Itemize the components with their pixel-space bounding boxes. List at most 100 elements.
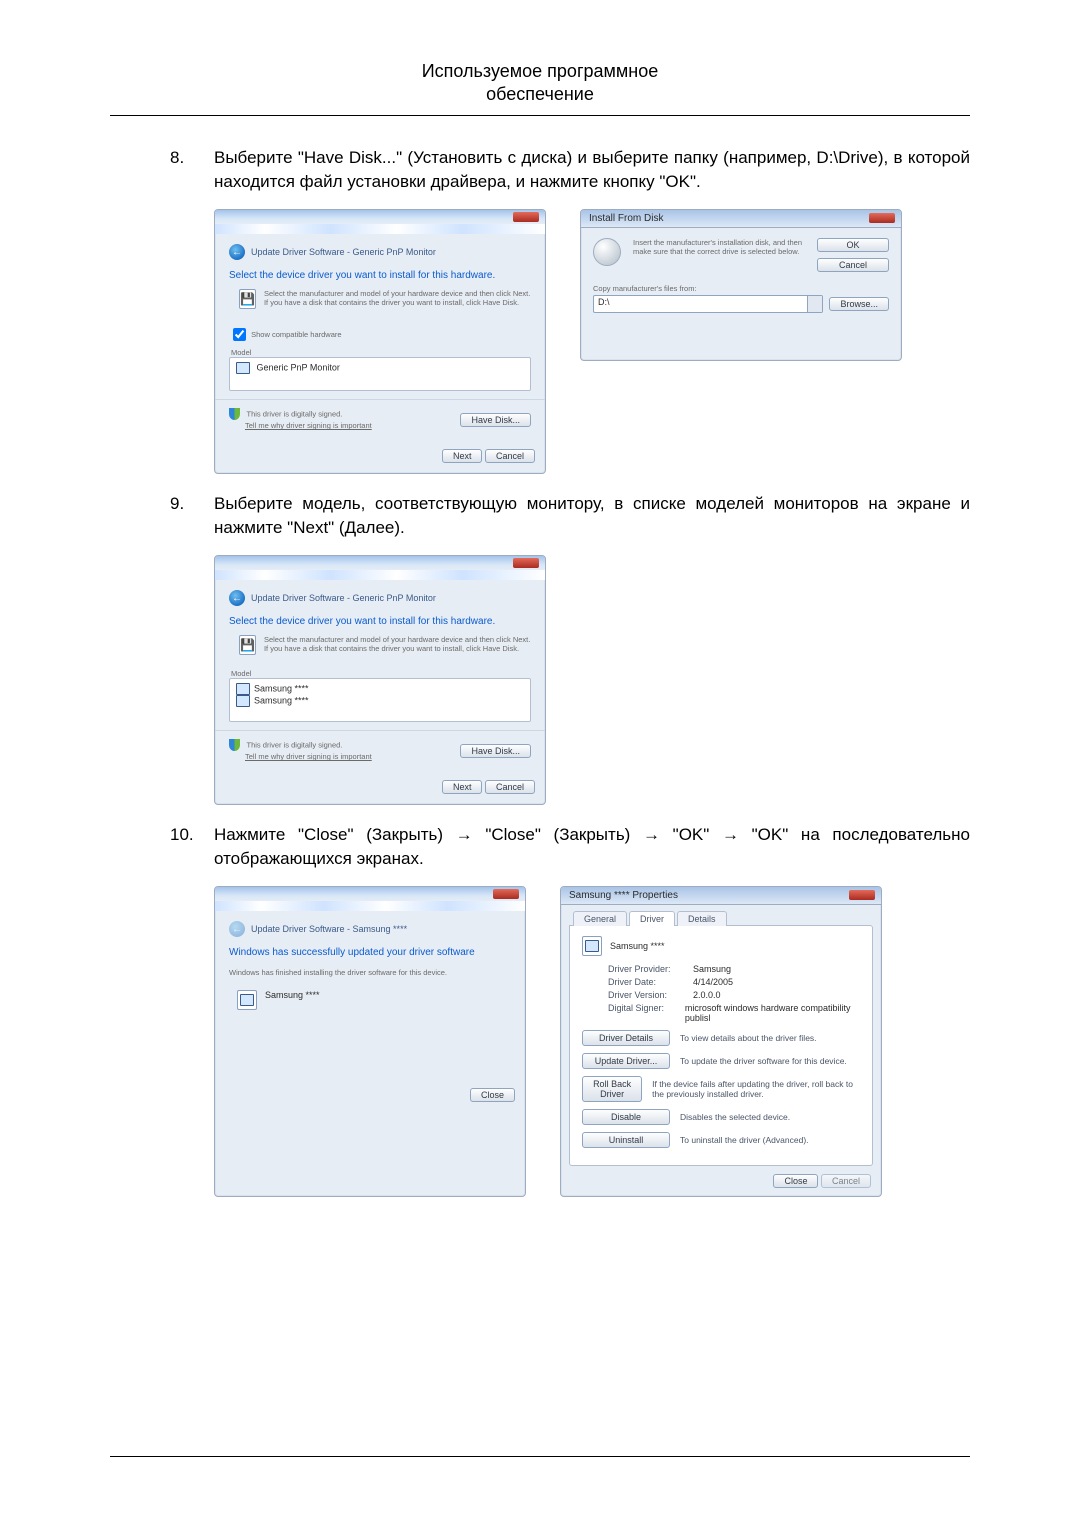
header-line1: Используемое программное bbox=[422, 61, 659, 81]
close-icon[interactable] bbox=[513, 212, 539, 222]
window-titlebar bbox=[215, 556, 545, 570]
monitor-icon bbox=[236, 695, 250, 707]
browse-button[interactable]: Browse... bbox=[829, 297, 889, 311]
accent-strip bbox=[215, 570, 545, 580]
back-icon[interactable]: ← bbox=[229, 590, 245, 606]
step-8-shots: ← Update Driver Software - Generic PnP M… bbox=[214, 209, 970, 474]
cancel-button[interactable]: Cancel bbox=[485, 780, 535, 794]
doc-footer bbox=[110, 1456, 970, 1457]
path-input[interactable]: D:\ bbox=[593, 295, 823, 313]
k-version: Driver Version: bbox=[608, 990, 693, 1000]
step-9: 9. Выберите модель, соответствующую мони… bbox=[170, 492, 970, 541]
step-8: 8. Выберите "Have Disk..." (Установить с… bbox=[170, 146, 970, 195]
have-disk-button[interactable]: Have Disk... bbox=[460, 413, 531, 427]
close-icon[interactable] bbox=[849, 890, 875, 900]
disk-icon bbox=[593, 238, 621, 266]
header-line2: обеспечение bbox=[486, 84, 594, 104]
breadcrumb: ← Update Driver Software - Generic PnP M… bbox=[229, 590, 531, 606]
dialog-heading: Select the device driver you want to ins… bbox=[229, 270, 531, 281]
disable-button[interactable]: Disable bbox=[582, 1109, 670, 1125]
window-title: Samsung **** Properties bbox=[561, 887, 881, 905]
accent-strip bbox=[215, 224, 545, 234]
shield-icon bbox=[229, 408, 240, 420]
breadcrumb-text: Update Driver Software - Generic PnP Mon… bbox=[251, 247, 436, 257]
disable-desc: Disables the selected device. bbox=[680, 1112, 790, 1122]
cancel-button: Cancel bbox=[821, 1174, 871, 1188]
close-icon[interactable] bbox=[869, 213, 895, 223]
tab-general[interactable]: General bbox=[573, 911, 627, 926]
dialog-properties: Samsung **** Properties General Driver D… bbox=[560, 886, 882, 1197]
drive-icon: 💾 bbox=[239, 635, 256, 655]
uninstall-desc: To uninstall the driver (Advanced). bbox=[680, 1135, 809, 1145]
monitor-icon bbox=[236, 362, 250, 374]
next-button[interactable]: Next bbox=[442, 449, 483, 463]
back-icon: ← bbox=[229, 921, 245, 937]
breadcrumb-text: Update Driver Software - Generic PnP Mon… bbox=[251, 593, 436, 603]
driver-details-button[interactable]: Driver Details bbox=[582, 1030, 670, 1046]
window-titlebar bbox=[215, 887, 525, 901]
k-signer: Digital Signer: bbox=[608, 1003, 685, 1023]
device-name: Samsung **** bbox=[265, 990, 320, 1010]
step-8-text: Выберите "Have Disk..." (Установить с ди… bbox=[214, 146, 970, 195]
dialog-install-from-disk: Install From Disk Insert the manufacture… bbox=[580, 209, 902, 361]
rollback-driver-button[interactable]: Roll Back Driver bbox=[582, 1076, 642, 1102]
tab-driver[interactable]: Driver bbox=[629, 911, 675, 926]
step-10-text: Нажмите "Close" (Закрыть) → "Close" (Зак… bbox=[214, 823, 970, 872]
signed-text: This driver is digitally signed. bbox=[247, 741, 343, 750]
k-provider: Driver Provider: bbox=[608, 964, 693, 974]
dialog-subtext: Select the manufacturer and model of you… bbox=[264, 289, 531, 309]
update-driver-desc: To update the driver software for this d… bbox=[680, 1056, 847, 1066]
close-button[interactable]: Close bbox=[470, 1088, 515, 1102]
step-8-num: 8. bbox=[170, 146, 214, 171]
monitor-icon bbox=[582, 936, 602, 956]
close-button[interactable]: Close bbox=[773, 1174, 818, 1188]
cancel-button[interactable]: Cancel bbox=[485, 449, 535, 463]
breadcrumb: ← Update Driver Software - Samsung **** bbox=[229, 921, 511, 937]
ifd-message: Insert the manufacturer's installation d… bbox=[633, 238, 805, 257]
close-icon[interactable] bbox=[493, 889, 519, 899]
dialog-select-model: ← Update Driver Software - Generic PnP M… bbox=[214, 555, 546, 805]
uninstall-button[interactable]: Uninstall bbox=[582, 1132, 670, 1148]
cancel-button[interactable]: Cancel bbox=[817, 258, 889, 272]
ok-button[interactable]: OK bbox=[817, 238, 889, 252]
step-9-shots: ← Update Driver Software - Generic PnP M… bbox=[214, 555, 970, 805]
show-compatible-label: Show compatible hardware bbox=[251, 330, 341, 339]
device-name: Samsung **** bbox=[610, 941, 665, 951]
update-driver-button[interactable]: Update Driver... bbox=[582, 1053, 670, 1069]
signed-text: This driver is digitally signed. bbox=[247, 410, 343, 419]
breadcrumb-text: Update Driver Software - Samsung **** bbox=[251, 924, 407, 934]
window-titlebar bbox=[215, 210, 545, 224]
dialog-heading: Windows has successfully updated your dr… bbox=[229, 947, 511, 958]
model-label: Model bbox=[231, 348, 531, 357]
why-signing-link[interactable]: Tell me why driver signing is important bbox=[245, 421, 372, 430]
model-listbox[interactable]: Generic PnP Monitor bbox=[229, 357, 531, 391]
have-disk-button[interactable]: Have Disk... bbox=[460, 744, 531, 758]
model-item-2[interactable]: Samsung **** bbox=[254, 696, 309, 706]
model-item-1[interactable]: Samsung **** bbox=[254, 684, 309, 694]
driver-details-desc: To view details about the driver files. bbox=[680, 1033, 817, 1043]
next-button[interactable]: Next bbox=[442, 780, 483, 794]
step-10: 10. Нажмите "Close" (Закрыть) → "Close" … bbox=[170, 823, 970, 872]
path-value: D:\ bbox=[598, 297, 610, 307]
dialog-select-driver: ← Update Driver Software - Generic PnP M… bbox=[214, 209, 546, 474]
v-provider: Samsung bbox=[693, 964, 731, 974]
dialog-heading: Select the device driver you want to ins… bbox=[229, 616, 531, 627]
model-listbox[interactable]: Samsung **** Samsung **** bbox=[229, 678, 531, 722]
dialog-subtext: Windows has finished installing the driv… bbox=[229, 968, 511, 977]
model-item: Generic PnP Monitor bbox=[257, 363, 340, 373]
v-signer: microsoft windows hardware compatibility… bbox=[685, 1003, 860, 1023]
tab-pane-driver: Samsung **** Driver Provider:Samsung Dri… bbox=[569, 925, 873, 1166]
show-compatible-checkbox[interactable]: Show compatible hardware bbox=[229, 330, 342, 339]
tab-details[interactable]: Details bbox=[677, 911, 727, 926]
v-date: 4/14/2005 bbox=[693, 977, 733, 987]
step-9-text: Выберите модель, соответствующую монитор… bbox=[214, 492, 970, 541]
dialog-update-success: ← Update Driver Software - Samsung **** … bbox=[214, 886, 526, 1197]
model-label: Model bbox=[231, 669, 531, 678]
step-10-num: 10. bbox=[170, 823, 214, 848]
why-signing-link[interactable]: Tell me why driver signing is important bbox=[245, 752, 372, 761]
monitor-icon bbox=[236, 683, 250, 695]
k-date: Driver Date: bbox=[608, 977, 693, 987]
close-icon[interactable] bbox=[513, 558, 539, 568]
rollback-driver-desc: If the device fails after updating the d… bbox=[652, 1079, 860, 1099]
back-icon[interactable]: ← bbox=[229, 244, 245, 260]
